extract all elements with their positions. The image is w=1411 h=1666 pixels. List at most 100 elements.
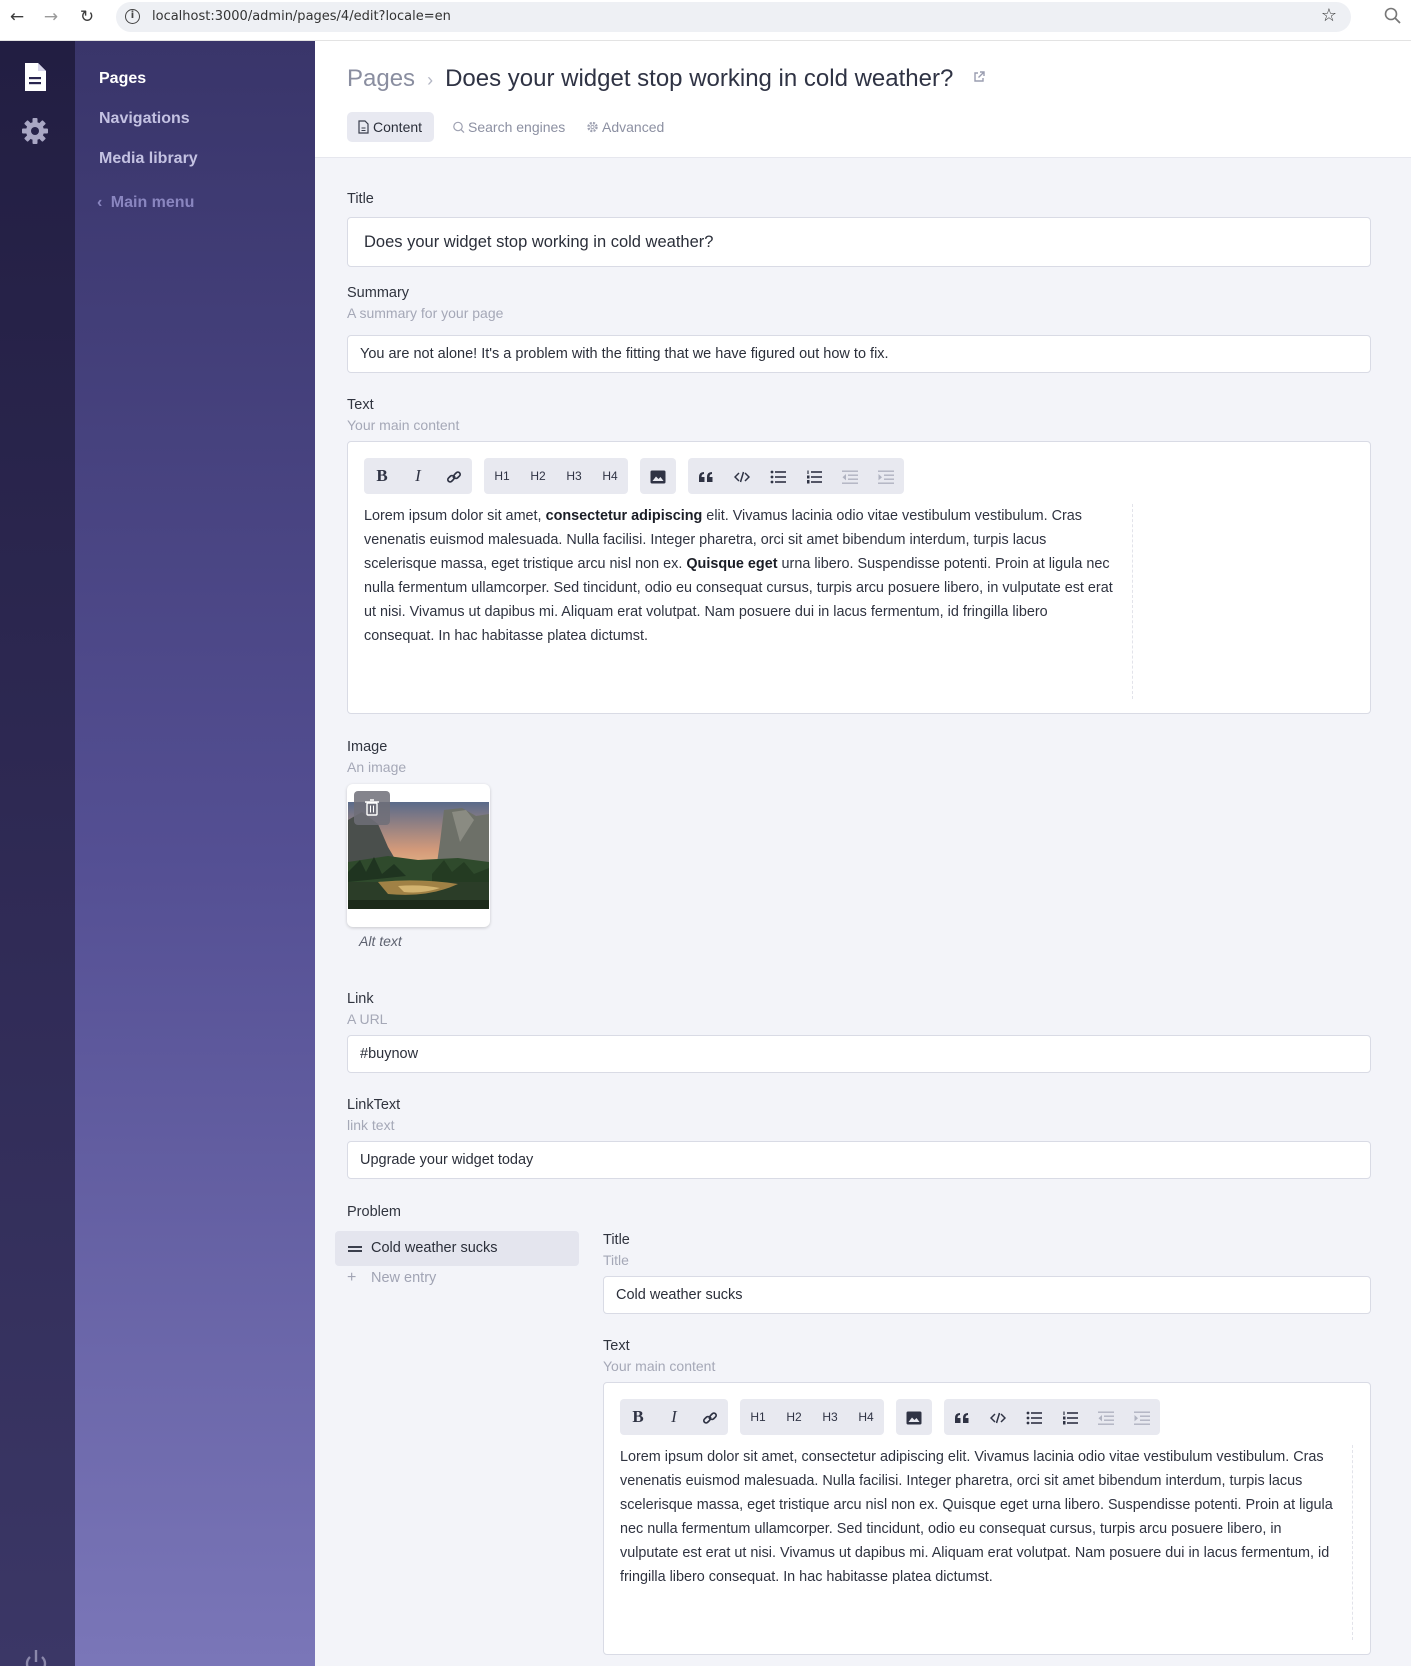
- h1-button[interactable]: H1: [484, 458, 520, 494]
- format-group: B I: [620, 1399, 728, 1435]
- tab-advanced[interactable]: Advanced: [576, 112, 664, 142]
- problem-title-hint: Title: [603, 1252, 629, 1268]
- image-icon: [906, 1411, 922, 1425]
- code-button[interactable]: [980, 1399, 1016, 1435]
- text-segment-bold: Quisque eget: [686, 556, 778, 572]
- problem-text-editor[interactable]: B I H1 H2 H3 H4 Lorem ipsum dolor sit am…: [603, 1382, 1371, 1655]
- sidebar-item-pages[interactable]: Pages: [99, 70, 146, 88]
- sidebar-item-media-library[interactable]: Media library: [99, 150, 198, 168]
- search-icon[interactable]: [1383, 6, 1403, 26]
- quote-icon: [955, 1413, 969, 1424]
- settings-gear-icon[interactable]: [20, 115, 50, 147]
- tab-search-engines[interactable]: Search engines: [442, 112, 565, 142]
- problem-entry-item[interactable]: Cold weather sucks: [335, 1231, 579, 1266]
- outdent-button[interactable]: [832, 458, 868, 494]
- link-label: Link: [347, 991, 374, 1007]
- ordered-list-button[interactable]: [796, 458, 832, 494]
- external-link-icon[interactable]: [972, 70, 986, 84]
- trash-icon: [365, 799, 379, 816]
- site-info-icon[interactable]: i: [125, 9, 140, 24]
- ordered-list-button[interactable]: [1052, 1399, 1088, 1435]
- link-hint: A URL: [347, 1011, 388, 1027]
- media-group: [640, 458, 676, 494]
- back-arrow-icon[interactable]: ←: [6, 6, 28, 28]
- document-icon: [358, 120, 369, 134]
- address-bar[interactable]: i localhost:3000/admin/pages/4/edit?loca…: [116, 2, 1351, 32]
- text-editor[interactable]: B I H1 H2 H3 H4 Lorem ipsum dolor sit am…: [347, 441, 1371, 714]
- image-icon: [650, 470, 666, 484]
- new-entry-button[interactable]: + New entry: [347, 1269, 437, 1286]
- insert-image-button[interactable]: [640, 458, 676, 494]
- bold-button[interactable]: B: [364, 458, 400, 494]
- quote-button[interactable]: [944, 1399, 980, 1435]
- title-input[interactable]: Does your widget stop working in cold we…: [347, 217, 1371, 267]
- indent-button[interactable]: [868, 458, 904, 494]
- h1-button[interactable]: H1: [740, 1399, 776, 1435]
- image-thumbnail[interactable]: [347, 784, 490, 927]
- bookmark-star-icon[interactable]: ☆: [1321, 5, 1337, 26]
- tab-advanced-label: Advanced: [602, 119, 665, 135]
- sidebar-item-navigations[interactable]: Navigations: [99, 110, 190, 128]
- link-text-input[interactable]: Upgrade your widget today: [347, 1141, 1371, 1179]
- format-group: B I: [364, 458, 472, 494]
- editor-divider: [1132, 504, 1133, 699]
- problem-title-input[interactable]: Cold weather sucks: [603, 1276, 1371, 1314]
- main-menu-link[interactable]: ‹ Main menu: [97, 194, 194, 212]
- summary-input[interactable]: You are not alone! It's a problem with t…: [347, 335, 1371, 373]
- problem-text-editor-content[interactable]: Lorem ipsum dolor sit amet, consectetur …: [620, 1445, 1340, 1589]
- image-label: Image: [347, 739, 388, 755]
- indent-icon: [1134, 1411, 1150, 1425]
- h4-button[interactable]: H4: [592, 458, 628, 494]
- link-input[interactable]: #buynow: [347, 1035, 1371, 1073]
- heading-group: H1 H2 H3 H4: [484, 458, 628, 494]
- insert-image-button[interactable]: [896, 1399, 932, 1435]
- h3-button[interactable]: H3: [812, 1399, 848, 1435]
- outdent-button[interactable]: [1088, 1399, 1124, 1435]
- text-editor-content[interactable]: Lorem ipsum dolor sit amet, consectetur …: [364, 504, 1114, 648]
- tab-content[interactable]: Content: [347, 112, 435, 142]
- quote-button[interactable]: [688, 458, 724, 494]
- breadcrumb-separator-icon: ›: [427, 70, 434, 90]
- bullet-list-button[interactable]: [760, 458, 796, 494]
- indent-button[interactable]: [1124, 1399, 1160, 1435]
- link-button[interactable]: [436, 458, 472, 494]
- h4-button[interactable]: H4: [848, 1399, 884, 1435]
- h2-button[interactable]: H2: [520, 458, 556, 494]
- power-icon[interactable]: [22, 1646, 50, 1666]
- summary-hint: A summary for your page: [347, 305, 504, 321]
- bullet-list-button[interactable]: [1016, 1399, 1052, 1435]
- h3-button[interactable]: H3: [556, 458, 592, 494]
- code-icon: [989, 1412, 1007, 1424]
- code-button[interactable]: [724, 458, 760, 494]
- ordered-list-icon: [1063, 1411, 1078, 1425]
- problem-title-label: Title: [603, 1232, 630, 1248]
- code-icon: [733, 471, 751, 483]
- reload-icon[interactable]: ↻: [76, 6, 98, 28]
- summary-label: Summary: [347, 285, 410, 301]
- text-label: Text: [347, 397, 374, 413]
- url-text[interactable]: localhost:3000/admin/pages/4/edit?locale…: [152, 9, 451, 24]
- new-entry-label: New entry: [371, 1270, 437, 1286]
- text-segment-bold: consectetur adipiscing: [545, 508, 703, 524]
- icon-rail: [0, 41, 75, 1666]
- problem-entry-label: Cold weather sucks: [371, 1240, 498, 1256]
- delete-image-button[interactable]: [354, 791, 390, 825]
- image-hint: An image: [347, 759, 407, 775]
- italic-button[interactable]: I: [400, 458, 436, 494]
- pages-icon[interactable]: [20, 61, 50, 93]
- bullet-list-icon: [770, 470, 786, 484]
- block-group: [944, 1399, 1160, 1435]
- italic-button[interactable]: I: [656, 1399, 692, 1435]
- link-icon: [702, 1412, 718, 1424]
- breadcrumb-pages-link[interactable]: Pages: [347, 65, 415, 92]
- ordered-list-icon: [807, 470, 822, 484]
- breadcrumb: Pages › Does your widget stop working in c…: [347, 65, 986, 93]
- drag-handle-icon[interactable]: [348, 1246, 362, 1252]
- h2-button[interactable]: H2: [776, 1399, 812, 1435]
- forward-arrow-icon[interactable]: →: [40, 6, 62, 28]
- indent-icon: [878, 470, 894, 484]
- gear-icon: [587, 121, 598, 133]
- link-button[interactable]: [692, 1399, 728, 1435]
- bold-button[interactable]: B: [620, 1399, 656, 1435]
- alt-text-input[interactable]: Alt text: [359, 933, 402, 949]
